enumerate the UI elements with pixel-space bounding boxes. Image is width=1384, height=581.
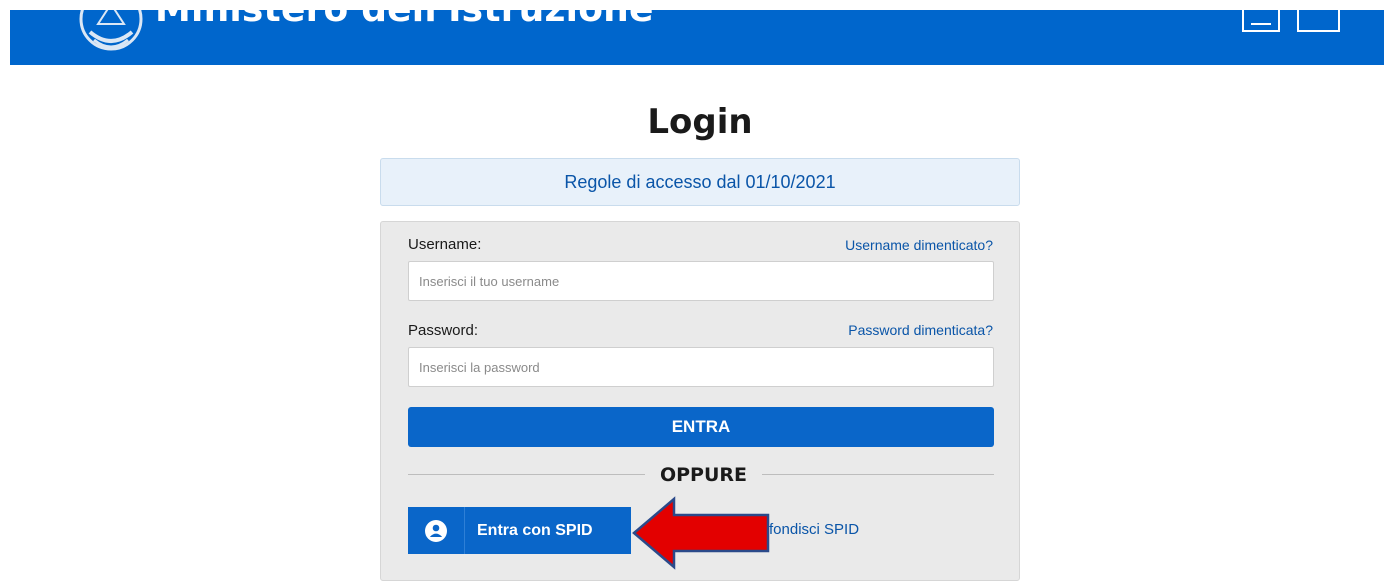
menu-button[interactable] <box>1242 10 1280 32</box>
divider-right <box>762 474 994 475</box>
divider-text: OPPURE <box>659 464 748 486</box>
username-forgot-link[interactable]: Username dimenticato? <box>845 237 993 253</box>
login-button[interactable]: ENTRA <box>408 407 994 447</box>
divider-left <box>408 474 645 475</box>
user-icon <box>425 519 447 542</box>
ministry-name: Ministero dell'Istruzione <box>155 10 654 30</box>
red-arrow-annotation <box>632 496 770 570</box>
emblem-logo <box>79 10 143 51</box>
spid-info-link[interactable]: fondisci SPID <box>769 521 859 538</box>
username-input[interactable] <box>408 261 994 301</box>
username-label: Username: <box>408 236 482 253</box>
spid-icon-container <box>408 507 465 554</box>
search-button[interactable] <box>1297 10 1340 32</box>
spid-button-label: Entra con SPID <box>477 521 593 539</box>
site-header: Ministero dell'Istruzione <box>10 10 1384 65</box>
password-label: Password: <box>408 322 479 339</box>
password-input[interactable] <box>408 347 994 387</box>
access-rules-link[interactable]: Regole di accesso dal 01/10/2021 <box>380 158 1020 206</box>
page-title: Login <box>647 102 753 142</box>
spid-login-button[interactable]: Entra con SPID <box>408 507 631 554</box>
password-forgot-link[interactable]: Password dimenticata? <box>848 322 993 338</box>
